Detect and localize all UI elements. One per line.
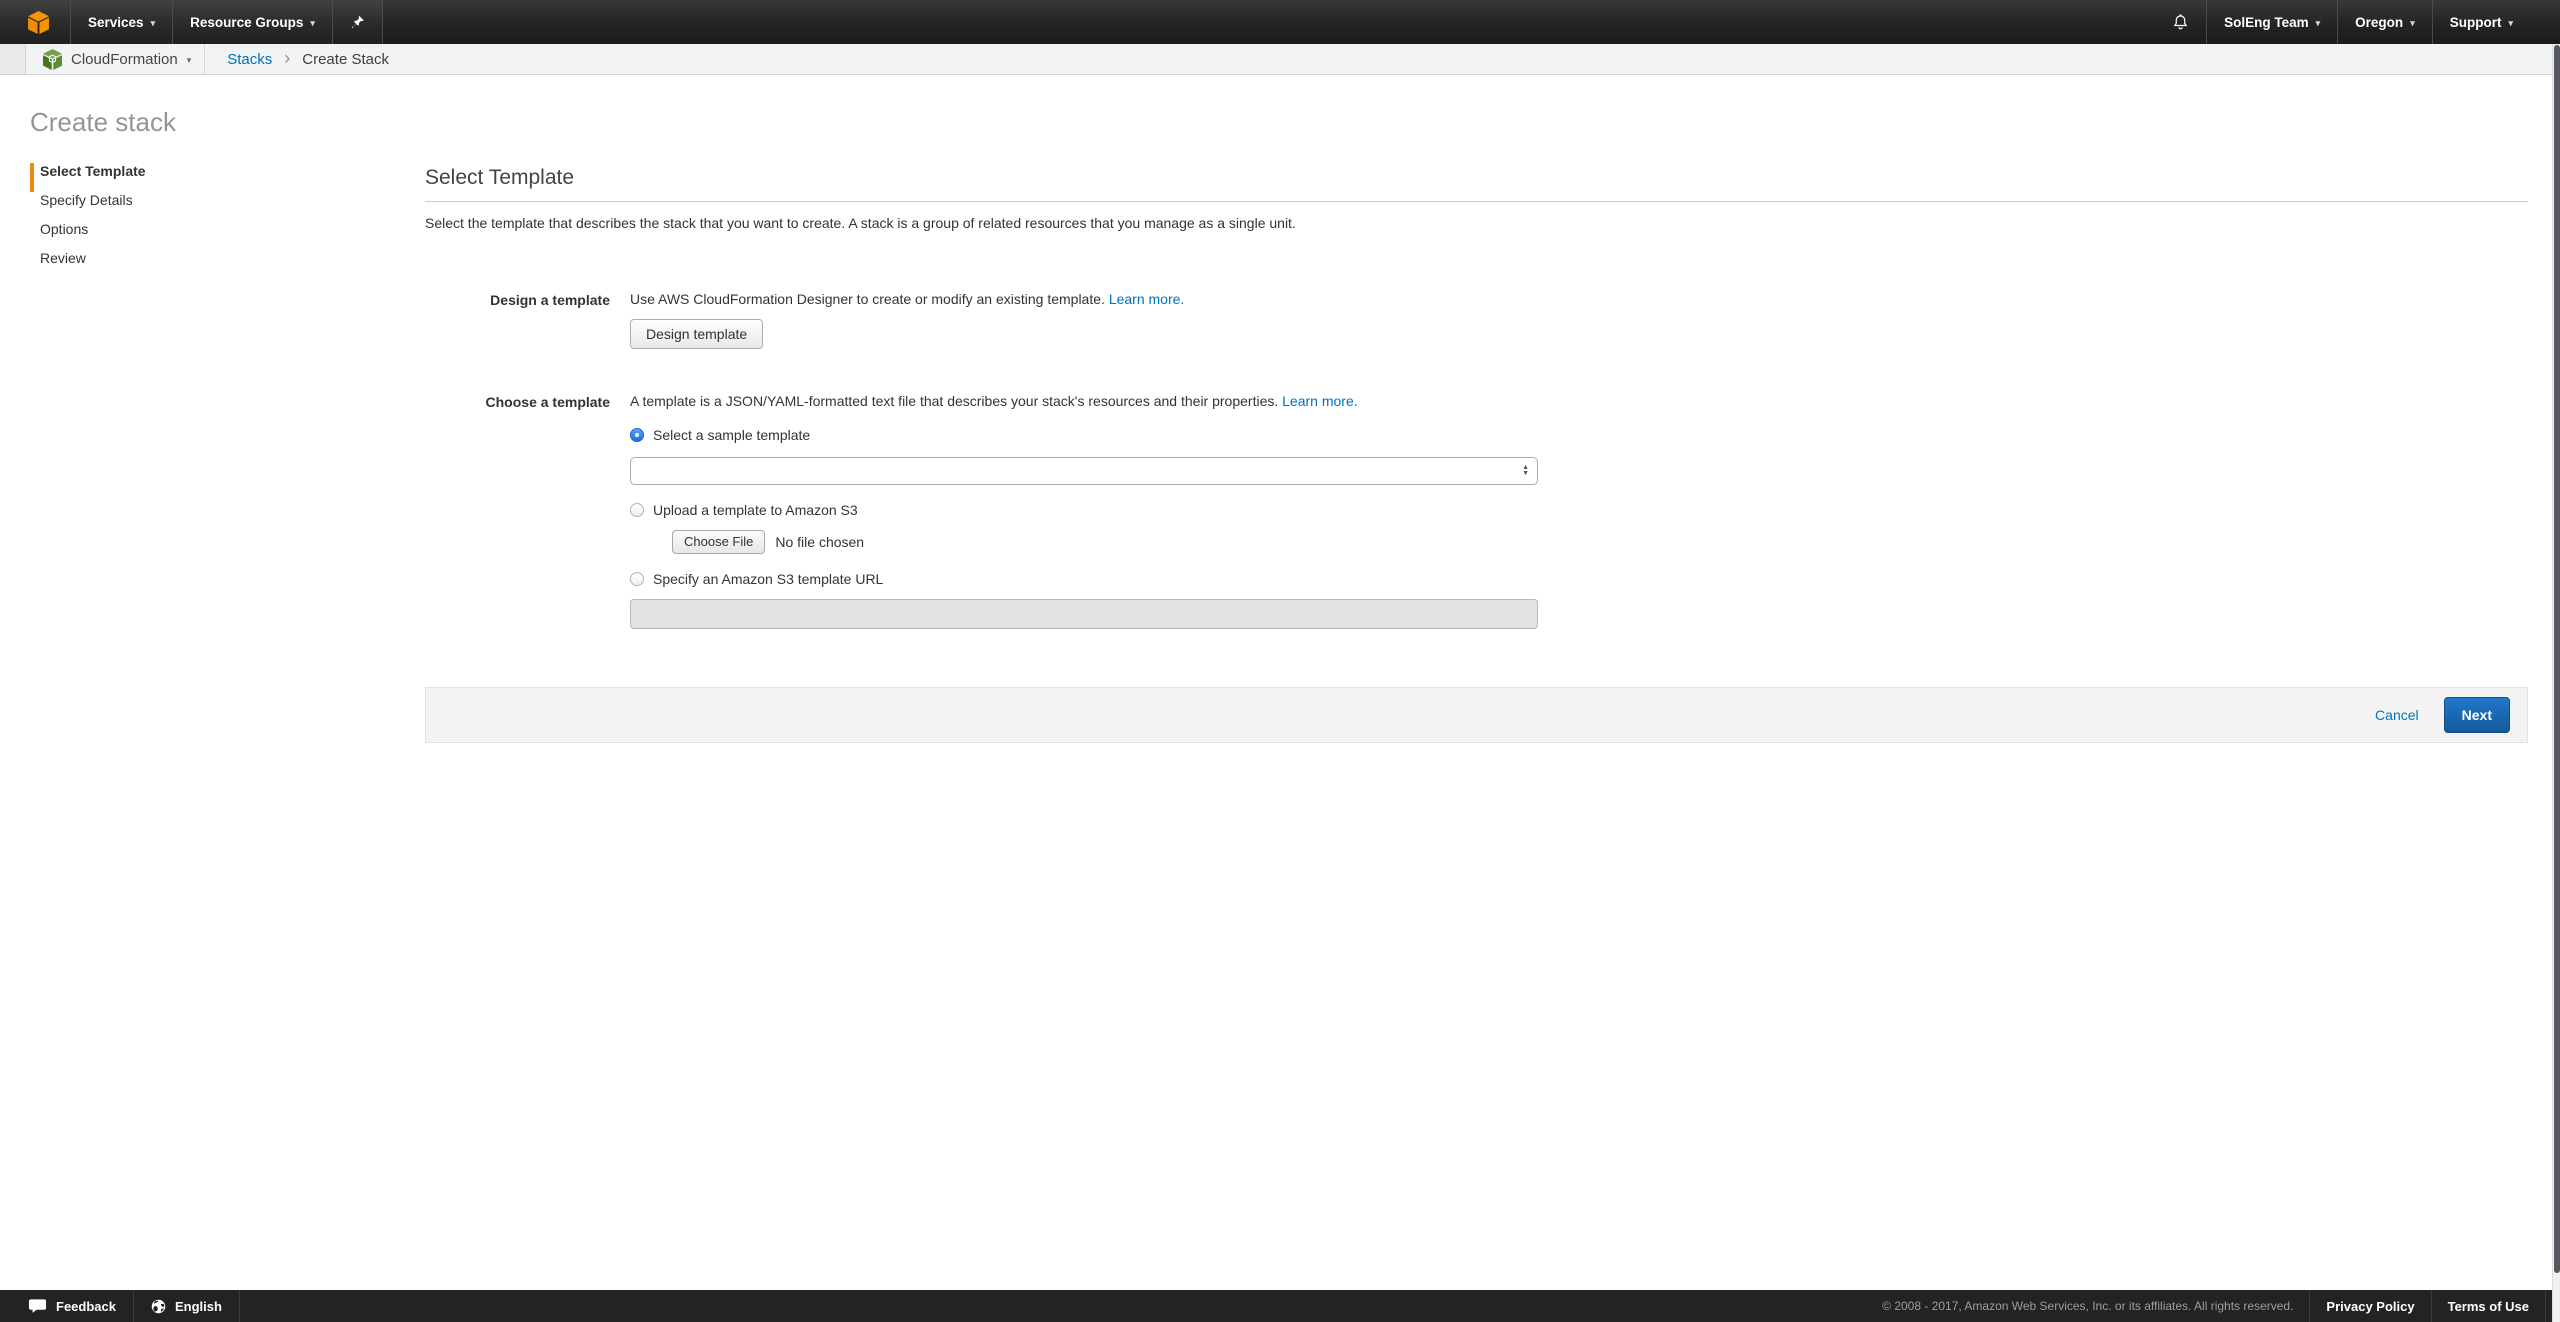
nav-services-label: Services: [88, 15, 144, 30]
step-select-template: Select Template: [30, 163, 425, 192]
language-button[interactable]: English: [134, 1290, 239, 1322]
footer-divider: [239, 1290, 240, 1322]
vertical-scrollbar-track[interactable]: [2552, 44, 2560, 1322]
caret-down-icon: ▾: [151, 17, 156, 28]
nav-services-menu[interactable]: Services ▾: [71, 0, 172, 44]
chevron-right-icon: ›: [272, 44, 302, 74]
nav-menu-group: Services ▾ Resource Groups ▾: [0, 0, 383, 44]
wizard-steps: Select Template Specify Details Options …: [0, 163, 425, 743]
caret-down-icon: ▾: [2508, 17, 2513, 28]
caret-down-icon: ▾: [2410, 17, 2415, 28]
footer: Feedback English © 2008 - 2017, Amazon W…: [0, 1290, 2552, 1322]
feedback-button[interactable]: Feedback: [0, 1290, 133, 1322]
pushpin-icon: [350, 14, 365, 30]
breadcrumb-current: Create Stack: [302, 44, 389, 74]
design-template-row: Design a template Use AWS CloudFormation…: [425, 291, 2528, 349]
top-nav: Services ▾ Resource Groups ▾: [0, 0, 2560, 44]
url-template-radio-label: Specify an Amazon S3 template URL: [653, 571, 883, 587]
breadcrumb-stacks-link[interactable]: Stacks: [205, 44, 272, 74]
breadcrumb: CloudFormation ▾ Stacks › Create Stack: [0, 44, 2560, 75]
step-options: Options: [30, 221, 425, 250]
globe-icon: [151, 1299, 166, 1314]
caret-down-icon: ▾: [2316, 17, 2321, 28]
main-content: Select Template Select the template that…: [425, 163, 2528, 743]
nav-account-group: SolEng Team ▾ Oregon ▾ Support ▾: [2155, 0, 2560, 44]
caret-down-icon: ▾: [310, 17, 315, 28]
nav-region-menu[interactable]: Oregon ▾: [2338, 0, 2432, 44]
footer-legal: © 2008 - 2017, Amazon Web Services, Inc.…: [1866, 1290, 2552, 1322]
heading-divider: [425, 201, 2528, 202]
step-review: Review: [30, 250, 425, 279]
bell-icon: [2172, 13, 2189, 31]
copyright-text: © 2008 - 2017, Amazon Web Services, Inc.…: [1866, 1290, 2309, 1322]
choose-template-text: A template is a JSON/YAML-formatted text…: [630, 393, 1278, 409]
cancel-button[interactable]: Cancel: [2375, 707, 2419, 723]
nav-account-menu[interactable]: SolEng Team ▾: [2207, 0, 2337, 44]
terms-of-use-link[interactable]: Terms of Use: [2432, 1290, 2545, 1322]
step-specify-details: Specify Details: [30, 192, 425, 221]
wizard-action-bar: Cancel Next: [425, 687, 2528, 743]
region-label: Oregon: [2355, 15, 2403, 30]
sample-template-option: Select a sample template: [630, 427, 2528, 443]
section-heading: Select Template: [425, 165, 2528, 190]
sample-template-select[interactable]: ▲ ▼: [630, 457, 1538, 485]
support-label: Support: [2450, 15, 2502, 30]
breadcrumb-left-strip: [0, 44, 26, 74]
design-template-field: Use AWS CloudFormation Designer to creat…: [630, 291, 2528, 349]
design-template-button[interactable]: Design template: [630, 319, 763, 349]
nav-support-menu[interactable]: Support ▾: [2433, 0, 2530, 44]
language-label: English: [175, 1299, 222, 1314]
sample-template-radio[interactable]: [630, 428, 644, 442]
privacy-policy-link[interactable]: Privacy Policy: [2310, 1290, 2430, 1322]
upload-template-radio[interactable]: [630, 503, 644, 517]
speech-bubble-icon: [28, 1298, 47, 1314]
file-status-text: No file chosen: [775, 534, 864, 550]
nav-pin-button[interactable]: [333, 0, 382, 44]
upload-template-radio-label: Upload a template to Amazon S3: [653, 502, 858, 518]
design-template-label: Design a template: [425, 291, 610, 349]
select-stepper-icon: ▲ ▼: [1522, 465, 1537, 477]
s3-template-url-input[interactable]: [630, 599, 1538, 629]
vertical-scrollbar-thumb[interactable]: [2554, 45, 2560, 1273]
page-title: Create stack: [30, 107, 2560, 137]
choose-file-button[interactable]: Choose File: [672, 530, 765, 554]
design-template-text: Use AWS CloudFormation Designer to creat…: [630, 291, 1105, 307]
choose-learn-more-link[interactable]: Learn more.: [1282, 393, 1357, 409]
footer-end-pad: [2546, 1290, 2552, 1322]
service-menu-cloudformation[interactable]: CloudFormation ▾: [26, 44, 204, 74]
nav-resource-groups-menu[interactable]: Resource Groups ▾: [173, 0, 332, 44]
nav-divider: [382, 0, 383, 44]
nav-resource-groups-label: Resource Groups: [190, 15, 303, 30]
upload-template-option: Upload a template to Amazon S3: [630, 502, 2528, 518]
choose-template-field: A template is a JSON/YAML-formatted text…: [630, 393, 2528, 629]
file-upload-row: Choose File No file chosen: [672, 530, 2528, 554]
design-learn-more-link[interactable]: Learn more.: [1109, 291, 1184, 307]
aws-logo[interactable]: [0, 0, 70, 44]
next-button[interactable]: Next: [2444, 697, 2510, 733]
feedback-label: Feedback: [56, 1299, 116, 1314]
wizard-layout: Select Template Specify Details Options …: [0, 163, 2560, 743]
caret-down-icon: ▾: [187, 54, 192, 65]
url-template-radio[interactable]: [630, 572, 644, 586]
choose-template-row: Choose a template A template is a JSON/Y…: [425, 393, 2528, 629]
breadcrumb-service-label: CloudFormation: [71, 51, 178, 68]
account-name-label: SolEng Team: [2224, 15, 2309, 30]
cloudformation-icon: [43, 49, 62, 70]
choose-template-label: Choose a template: [425, 393, 610, 629]
section-description: Select the template that describes the s…: [425, 215, 2528, 232]
aws-cube-icon: [27, 11, 50, 34]
sample-template-radio-label: Select a sample template: [653, 427, 810, 443]
notifications-button[interactable]: [2155, 0, 2206, 44]
url-template-option: Specify an Amazon S3 template URL: [630, 571, 2528, 587]
